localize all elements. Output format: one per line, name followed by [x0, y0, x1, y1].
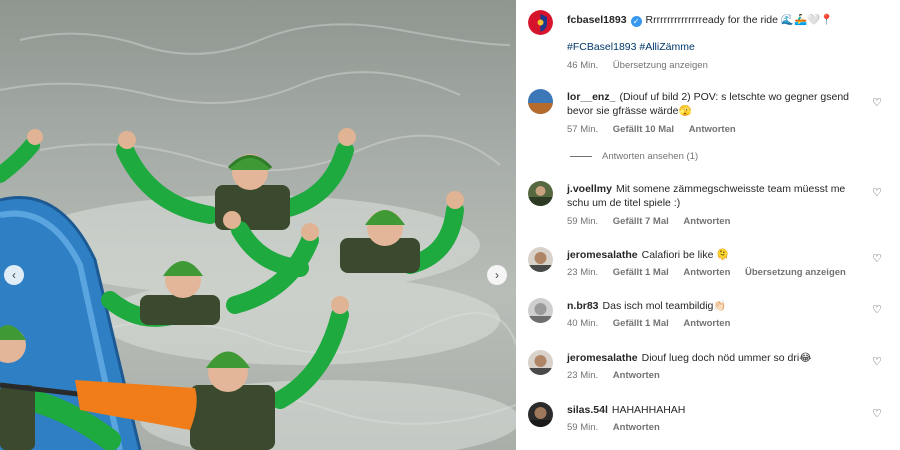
heart-outline-icon: ♡ [872, 253, 882, 265]
comment-text: HAHAHHAHAH [611, 404, 686, 416]
comment-username[interactable]: jeromesalathe [567, 352, 638, 364]
comment-item: n.br83 Das isch mol teambildig👏🏻 40 Min. … [528, 298, 890, 330]
like-comment-button[interactable]: ♡ [872, 304, 884, 316]
avatar-image [528, 89, 553, 114]
view-replies-button[interactable]: Antworten ansehen (1) [570, 151, 698, 162]
comment-item: jeromesalathe Calafiori be like 🫠 23 Min.… [528, 247, 890, 279]
commenter-avatar[interactable] [528, 181, 553, 206]
comment-meta: 59 Min. Gefällt 7 Mal Antworten [567, 216, 742, 227]
heart-outline-icon: ♡ [872, 187, 882, 199]
reply-button[interactable]: Antworten [613, 370, 660, 381]
caption-text: Rrrrrrrrrrrrrrready for the ride 🌊🚣🏻‍♂️🤍… [645, 14, 834, 26]
commenter-avatar[interactable] [528, 350, 553, 375]
comment-item: j.voellmy Mit somene zämmegschweisste tea… [528, 181, 890, 227]
commenter-avatar[interactable] [528, 89, 553, 114]
avatar-image [528, 350, 553, 375]
commenter-avatar[interactable] [528, 247, 553, 272]
author-avatar[interactable] [528, 10, 553, 35]
reply-button[interactable]: Antworten [683, 267, 730, 278]
commenter-avatar[interactable] [528, 402, 553, 427]
heart-outline-icon: ♡ [872, 304, 882, 316]
avatar-image [528, 298, 553, 323]
next-image-button[interactable]: › [487, 265, 507, 285]
commenter-avatar[interactable] [528, 298, 553, 323]
comment-item: lor__enz_ (Diouf uf bild 2) POV: s letsch… [528, 89, 890, 169]
comment-meta: 40 Min. Gefällt 1 Mal Antworten [567, 318, 742, 329]
comment-text: Diouf lueg doch nöd ummer so dri😂 [641, 352, 812, 364]
comment-time: 23 Min. [567, 267, 599, 278]
comment-username[interactable]: n.br83 [567, 300, 599, 312]
like-comment-button[interactable]: ♡ [872, 253, 884, 265]
view-replies-label: Antworten ansehen (1) [602, 151, 699, 162]
rafting-photo [0, 23, 516, 450]
caption-hashtags[interactable]: #FCBasel1893 #AlliZämme [567, 40, 870, 54]
comment-text: Calafiori be like 🫠 [641, 249, 730, 261]
reply-button[interactable]: Antworten [683, 216, 730, 227]
comment-time: 57 Min. [567, 124, 599, 135]
fc-basel-logo-icon [528, 10, 553, 35]
translate-link[interactable]: Übersetzung anzeigen [745, 267, 846, 278]
like-comment-button[interactable]: ♡ [872, 187, 884, 199]
heart-outline-icon: ♡ [872, 97, 882, 109]
comments-panel: fcbasel1893 ✓ Rrrrrrrrrrrrrrready for the … [516, 0, 900, 450]
comment-username[interactable]: silas.54l [567, 404, 608, 416]
post-caption: fcbasel1893 ✓ Rrrrrrrrrrrrrrready for the … [528, 10, 890, 72]
comment-username[interactable]: jeromesalathe [567, 249, 638, 261]
comment-time: 23 Min. [567, 370, 599, 381]
comment-item: jeromesalathe Diouf lueg doch nöd ummer s… [528, 350, 890, 382]
heart-outline-icon: ♡ [872, 356, 882, 368]
like-comment-button[interactable]: ♡ [872, 356, 884, 368]
comment-likes[interactable]: Gefällt 10 Mal [613, 124, 674, 135]
reply-button[interactable]: Antworten [613, 422, 660, 433]
comment-meta: 23 Min. Gefällt 1 Mal Antworten Übersetz… [567, 267, 858, 278]
previous-image-button[interactable]: ‹ [4, 265, 24, 285]
comment-likes[interactable]: Gefällt 1 Mal [613, 267, 669, 278]
comment-time: 40 Min. [567, 318, 599, 329]
comment-meta: 23 Min. Antworten [567, 370, 672, 381]
verified-badge-icon: ✓ [630, 16, 642, 27]
reply-button[interactable]: Antworten [683, 318, 730, 329]
translate-link[interactable]: Übersetzung anzeigen [613, 60, 708, 71]
chevron-right-icon: › [495, 268, 499, 282]
reply-button[interactable]: Antworten [689, 124, 736, 135]
post-time: 46 Min. [567, 60, 599, 71]
like-comment-button[interactable]: ♡ [872, 408, 884, 420]
heart-outline-icon: ♡ [872, 408, 882, 420]
comment-item: silas.54l HAHAHHAHAH 59 Min. Antworten ♡ [528, 402, 890, 434]
comment-time: 59 Min. [567, 216, 599, 227]
avatar-image [528, 402, 553, 427]
caption-meta: 46 Min. Übersetzung anzeigen [567, 60, 720, 71]
author-username[interactable]: fcbasel1893 [567, 14, 627, 26]
chevron-left-icon: ‹ [12, 268, 16, 282]
comment-text: Das isch mol teambildig👏🏻 [602, 300, 727, 312]
comment-meta: 57 Min. Gefällt 10 Mal Antworten [567, 124, 748, 135]
comment-username[interactable]: j.voellmy [567, 183, 612, 195]
avatar-image [528, 247, 553, 272]
like-comment-button[interactable]: ♡ [872, 97, 884, 109]
replies-divider [570, 156, 592, 157]
comment-likes[interactable]: Gefällt 7 Mal [613, 216, 669, 227]
comment-meta: 59 Min. Antworten [567, 422, 672, 433]
comment-time: 59 Min. [567, 422, 599, 433]
post-photo: ‹ › [0, 0, 516, 450]
avatar-image [528, 181, 553, 206]
comment-username[interactable]: lor__enz_ [567, 91, 615, 103]
comment-likes[interactable]: Gefällt 1 Mal [613, 318, 669, 329]
